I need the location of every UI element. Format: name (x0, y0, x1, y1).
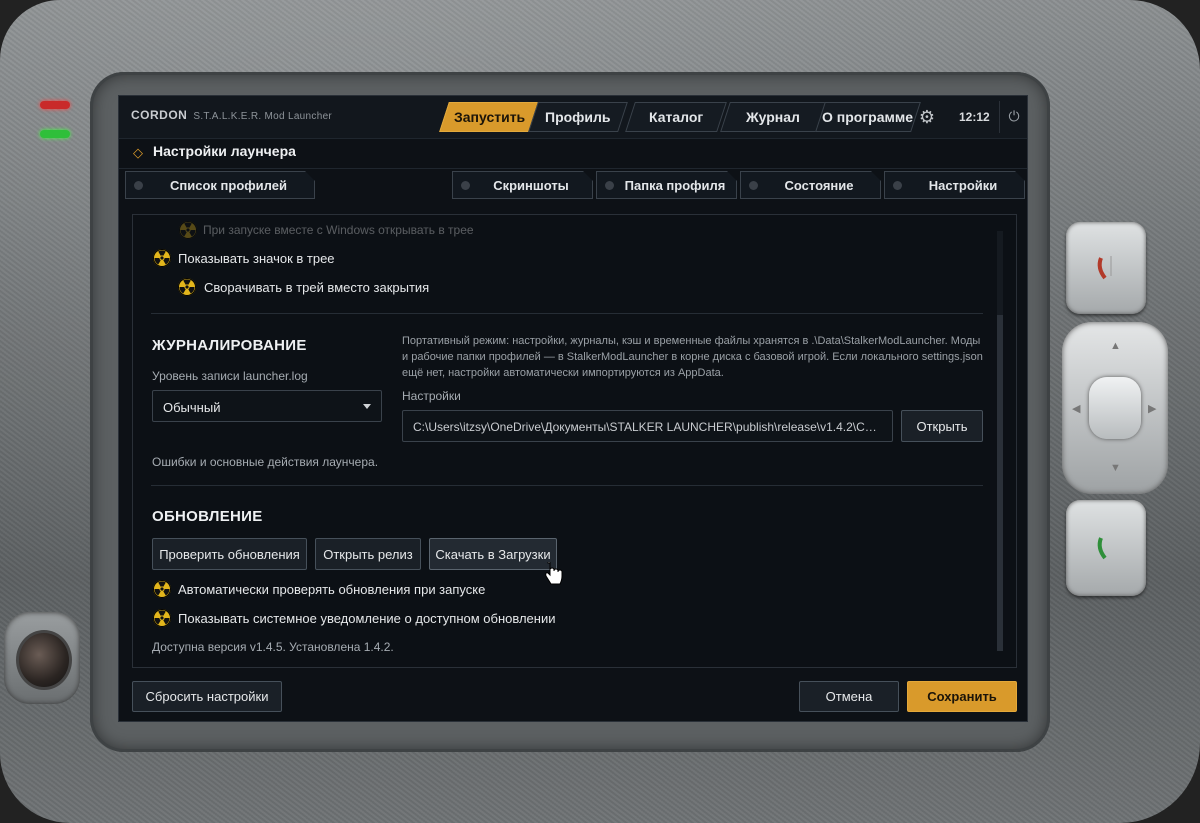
subtab-profile-list[interactable]: Список профилей (125, 171, 315, 199)
pda-dpad: ▲ ▼ ◀ ▶ (1062, 322, 1168, 494)
open-settings-folder-button[interactable]: Открыть (901, 410, 983, 442)
status-dot-icon (749, 181, 758, 190)
scrollbar-thumb[interactable] (997, 315, 1003, 651)
radiation-symbol-icon (179, 279, 195, 294)
radiation-symbol-icon (154, 581, 170, 596)
radiation-dot (186, 228, 190, 232)
log-level-select[interactable]: Обычный (152, 390, 382, 422)
settings-path-field[interactable]: C:\Users\itzsy\OneDrive\Документы\STALKE… (402, 410, 893, 442)
radiation-checkbox-icon[interactable] (178, 278, 196, 296)
clock: 12:12 (959, 110, 990, 124)
portable-mode-description: Портативный режим: настройки, журналы, к… (402, 335, 983, 379)
check-updates-button[interactable]: Проверить обновления (152, 538, 307, 570)
nav-tab-journal[interactable]: Журнал (720, 102, 826, 132)
radiation-checkbox-icon[interactable] (153, 249, 171, 267)
radiation-dot (160, 256, 164, 260)
phone-call-icon (1097, 537, 1107, 560)
nav-tab-label: О программе (822, 109, 914, 125)
gear-icon[interactable]: ⚙ (916, 106, 938, 128)
nav-tab-launch[interactable]: Запустить (439, 102, 541, 132)
save-button[interactable]: Сохранить (907, 681, 1017, 712)
status-dot-icon (461, 181, 470, 190)
reset-settings-button[interactable]: Сбросить настройки (132, 681, 282, 712)
subtab-label: Папка профиля (624, 177, 726, 193)
nav-tab-label: Профиль (545, 109, 611, 125)
settings-path-label: Настройки (402, 389, 461, 403)
radiation-checkbox-icon[interactable] (153, 609, 171, 627)
subtab-label: Список профилей (170, 177, 287, 193)
settings-panel: При запуске вместе с Windows открывать в… (132, 214, 1017, 668)
dpad-center-button (1089, 377, 1141, 439)
subtab-profile-folder[interactable]: Папка профиля (596, 171, 737, 199)
phone-hangup-icon (1097, 256, 1112, 280)
open-release-button[interactable]: Открыть релиз (315, 538, 421, 570)
option-show-tray-icon: Показывать значок в трее (178, 251, 335, 266)
nav-tab-label: Запустить (454, 109, 526, 125)
status-dot-icon (893, 181, 902, 190)
download-to-downloads-button[interactable]: Скачать в Загрузки (429, 538, 557, 570)
subtab-label: Скриншоты (493, 177, 569, 193)
radiation-checkbox-icon[interactable] (153, 580, 171, 598)
knob-core-icon (16, 630, 72, 690)
option-auto-check-updates: Автоматически проверять обновления при з… (178, 582, 486, 597)
log-level-label: Уровень записи launcher.log (152, 369, 308, 383)
brand-name: CORDON (131, 108, 188, 122)
subtab-settings[interactable]: Настройки (884, 171, 1025, 199)
page-header: ◇ Настройки лаунчера (119, 138, 1027, 169)
radiation-symbol-icon (180, 222, 196, 237)
update-heading: ОБНОВЛЕНИЕ (152, 508, 263, 525)
app-brand: CORDON S.T.A.L.K.E.R. Mod Launcher (131, 108, 332, 122)
logging-heading: ЖУРНАЛИРОВАНИЕ (152, 337, 307, 354)
left-arrow-icon: ◀ (1072, 403, 1081, 415)
status-dot-icon (134, 181, 143, 190)
log-level-hint: Ошибки и основные действия лаунчера. (152, 455, 379, 469)
launcher-window: CORDON S.T.A.L.K.E.R. Mod Launcher Запуст… (118, 95, 1028, 722)
side-button-call-end (1066, 222, 1146, 314)
radiation-dot (160, 616, 164, 620)
divider (151, 313, 983, 314)
subtab-label: Состояние (784, 177, 854, 193)
nav-tab-catalog[interactable]: Каталог (625, 102, 727, 132)
nav-tab-about[interactable]: О программе (815, 102, 921, 132)
radiation-dot (185, 285, 189, 289)
update-status: Доступна версия v1.4.5. Установлена 1.4.… (152, 640, 394, 654)
status-dot-icon (605, 181, 614, 190)
pda-knob (4, 612, 80, 704)
side-button-call (1066, 500, 1146, 596)
nav-tab-profile[interactable]: Профиль (528, 102, 628, 132)
right-arrow-icon: ▶ (1148, 403, 1157, 415)
brand-subtitle: S.T.A.L.K.E.R. Mod Launcher (193, 111, 333, 122)
option-update-notification: Показывать системное уведомление о досту… (178, 611, 556, 626)
cancel-button[interactable]: Отмена (799, 681, 899, 712)
nav-tab-label: Журнал (746, 109, 800, 125)
divider (151, 485, 983, 486)
log-level-value: Обычный (163, 400, 221, 415)
power-icon[interactable]: ⏻ (999, 101, 1028, 133)
chevron-down-icon (363, 404, 371, 409)
subtab-screenshots[interactable]: Скриншоты (452, 171, 593, 199)
option-minimize-to-tray: Сворачивать в трей вместо закрытия (204, 280, 430, 295)
up-arrow-icon: ▲ (1110, 340, 1121, 352)
radiation-checkbox-icon[interactable] (179, 221, 197, 239)
subtab-status[interactable]: Состояние (740, 171, 881, 199)
green-led-icon (40, 130, 70, 138)
option-autostart-tray: При запуске вместе с Windows открывать в… (203, 223, 474, 237)
page-title: Настройки лаунчера (153, 143, 296, 159)
radiation-symbol-icon (154, 250, 170, 265)
nav-tab-label: Каталог (648, 109, 704, 125)
top-bar: CORDON S.T.A.L.K.E.R. Mod Launcher Запуст… (119, 96, 1027, 139)
down-arrow-icon: ▼ (1110, 462, 1121, 474)
radiation-dot (160, 587, 164, 591)
hand-cursor-icon (545, 562, 563, 585)
red-led-icon (40, 101, 70, 109)
subtab-label: Настройки (928, 177, 998, 193)
diamond-icon: ◇ (133, 145, 143, 160)
radiation-symbol-icon (154, 610, 170, 625)
